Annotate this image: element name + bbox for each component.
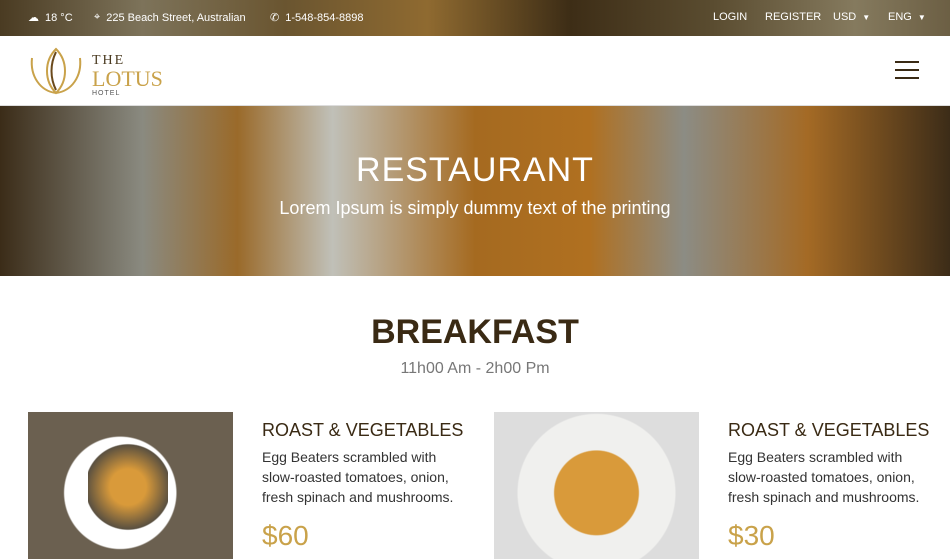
- section-title: BREAKFAST: [371, 313, 579, 351]
- hero-title: RESTAURANT: [356, 151, 594, 189]
- menu-icon[interactable]: [895, 61, 919, 79]
- food-image: [494, 412, 699, 559]
- map-pin-icon: ⌖: [94, 11, 101, 23]
- top-bar: ☁ 18 °C ⌖ 225 Beach Street, Australian ✆ 1-…: [0, 0, 950, 36]
- lotus-icon: [30, 47, 82, 95]
- address: ⌖ 225 Beach Street, Australian: [94, 11, 246, 24]
- section-hours: 11h00 Am - 2h00 Pm: [400, 360, 550, 377]
- logo[interactable]: THE LOTUS HOTEL: [28, 46, 163, 97]
- navbar: THE LOTUS HOTEL: [0, 36, 950, 106]
- hero-subtitle: Lorem Ipsum is simply dummy text of the …: [279, 198, 671, 218]
- phone-icon: ✆: [270, 12, 280, 24]
- register-link[interactable]: REGISTER: [765, 11, 821, 23]
- cloud-icon: ☁: [28, 12, 39, 24]
- login-link[interactable]: LOGIN: [713, 11, 747, 23]
- currency-dropdown[interactable]: USD ▼: [833, 11, 870, 23]
- caret-down-icon: ▼: [917, 12, 926, 22]
- weather: ☁ 18 °C: [28, 11, 73, 25]
- caret-down-icon: ▼: [862, 12, 871, 22]
- language-dropdown[interactable]: ENG ▼: [888, 11, 926, 23]
- food-image: [28, 412, 233, 559]
- hero-banner: RESTAURANT Lorem Ipsum is simply dummy t…: [0, 106, 950, 276]
- phone: ✆ 1-548-854-8898: [270, 11, 364, 25]
